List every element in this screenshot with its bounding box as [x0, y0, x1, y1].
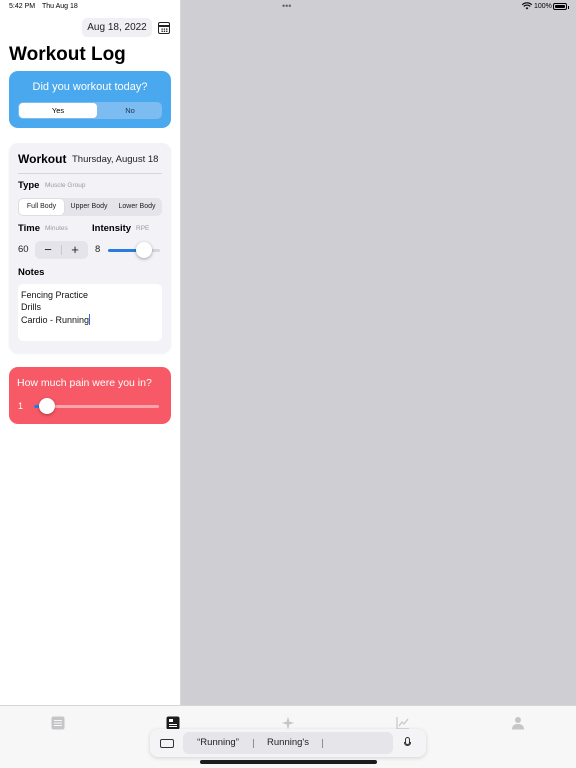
keyboard-icon[interactable] [160, 739, 174, 748]
status-date: Thu Aug 18 [42, 3, 78, 10]
time-sublabel: Minutes [45, 225, 68, 232]
intensity-value: 8 [95, 244, 101, 255]
notes-line-with-caret: Cardio - Running [21, 314, 91, 325]
suggestions: “Running” Running's [183, 732, 393, 754]
person-icon[interactable] [511, 716, 525, 730]
divider [18, 173, 162, 174]
did-workout-card: Did you workout today? Yes No [9, 71, 171, 128]
decrement-button[interactable]: − [35, 241, 61, 259]
workout-card: Workout Thursday, August 18 Type Muscle … [9, 143, 171, 353]
status-bar: 5:42 PM Thu Aug 18 ••• 100% [0, 0, 576, 14]
workout-date: Thursday, August 18 [72, 154, 159, 165]
microphone-stand [404, 742, 411, 746]
notes-text-area[interactable]: Fencing Practice Drills Cardio - Running [18, 284, 162, 341]
pain-slider-thumb[interactable] [38, 398, 55, 414]
sparkle-icon[interactable] [281, 716, 295, 730]
no-option[interactable]: No [98, 102, 162, 119]
log-icon[interactable] [166, 716, 180, 730]
intensity-sublabel: RPE [136, 225, 150, 232]
full-body-option[interactable]: Full Body [19, 199, 64, 215]
increment-button[interactable]: + [62, 241, 88, 259]
suggestion-item[interactable] [323, 732, 393, 754]
list-icon[interactable] [51, 716, 65, 730]
lower-body-option[interactable]: Lower Body [113, 198, 161, 216]
did-workout-question: Did you workout today? [32, 81, 148, 93]
time-label: Time [18, 223, 41, 234]
suggestion-item[interactable]: Running's [254, 732, 322, 754]
time-value: 60 [18, 244, 29, 255]
notes-label: Notes [18, 267, 45, 278]
notes-line: Drills [21, 302, 41, 312]
page-title: Workout Log [9, 44, 126, 65]
yes-option[interactable]: Yes [19, 103, 97, 118]
notes-line: Fencing Practice [21, 290, 89, 300]
multitasking-dots-icon[interactable]: ••• [282, 1, 291, 11]
type-sublabel: Muscle Group [45, 182, 86, 189]
battery-icon [553, 3, 569, 10]
intensity-label: Intensity [92, 223, 132, 234]
home-indicator [200, 760, 377, 764]
chart-icon[interactable] [396, 716, 410, 730]
battery-percent: 100% [534, 3, 552, 10]
tab-bar: “Running” Running's [0, 705, 576, 768]
upper-body-option[interactable]: Upper Body [66, 198, 112, 216]
muscle-group-segmented-control: Full Body Upper Body Lower Body [18, 198, 162, 216]
suggestion-item[interactable]: “Running” [183, 732, 253, 754]
type-label: Type [18, 180, 40, 191]
time-stepper: − + [35, 241, 88, 259]
calendar-icon[interactable] [158, 22, 170, 34]
pain-question: How much pain were you in? [17, 377, 152, 389]
workout-title: Workout [18, 152, 67, 166]
wifi-icon [521, 2, 533, 12]
intensity-slider-thumb[interactable] [136, 242, 153, 258]
notes-line: Cardio - Running [21, 315, 90, 325]
date-button[interactable]: Aug 18, 2022 [82, 18, 152, 37]
did-workout-segmented-control: Yes No [18, 102, 162, 119]
text-caret [89, 314, 91, 325]
pain-value: 1 [18, 401, 24, 411]
keyboard-suggestion-bar: “Running” Running's [150, 729, 426, 757]
split-divider [180, 0, 181, 705]
pain-card: How much pain were you in? 1 [9, 367, 171, 424]
sidebar: Aug 18, 2022 Workout Log Did you workout… [0, 0, 180, 705]
status-time: 5:42 PM [9, 3, 36, 10]
